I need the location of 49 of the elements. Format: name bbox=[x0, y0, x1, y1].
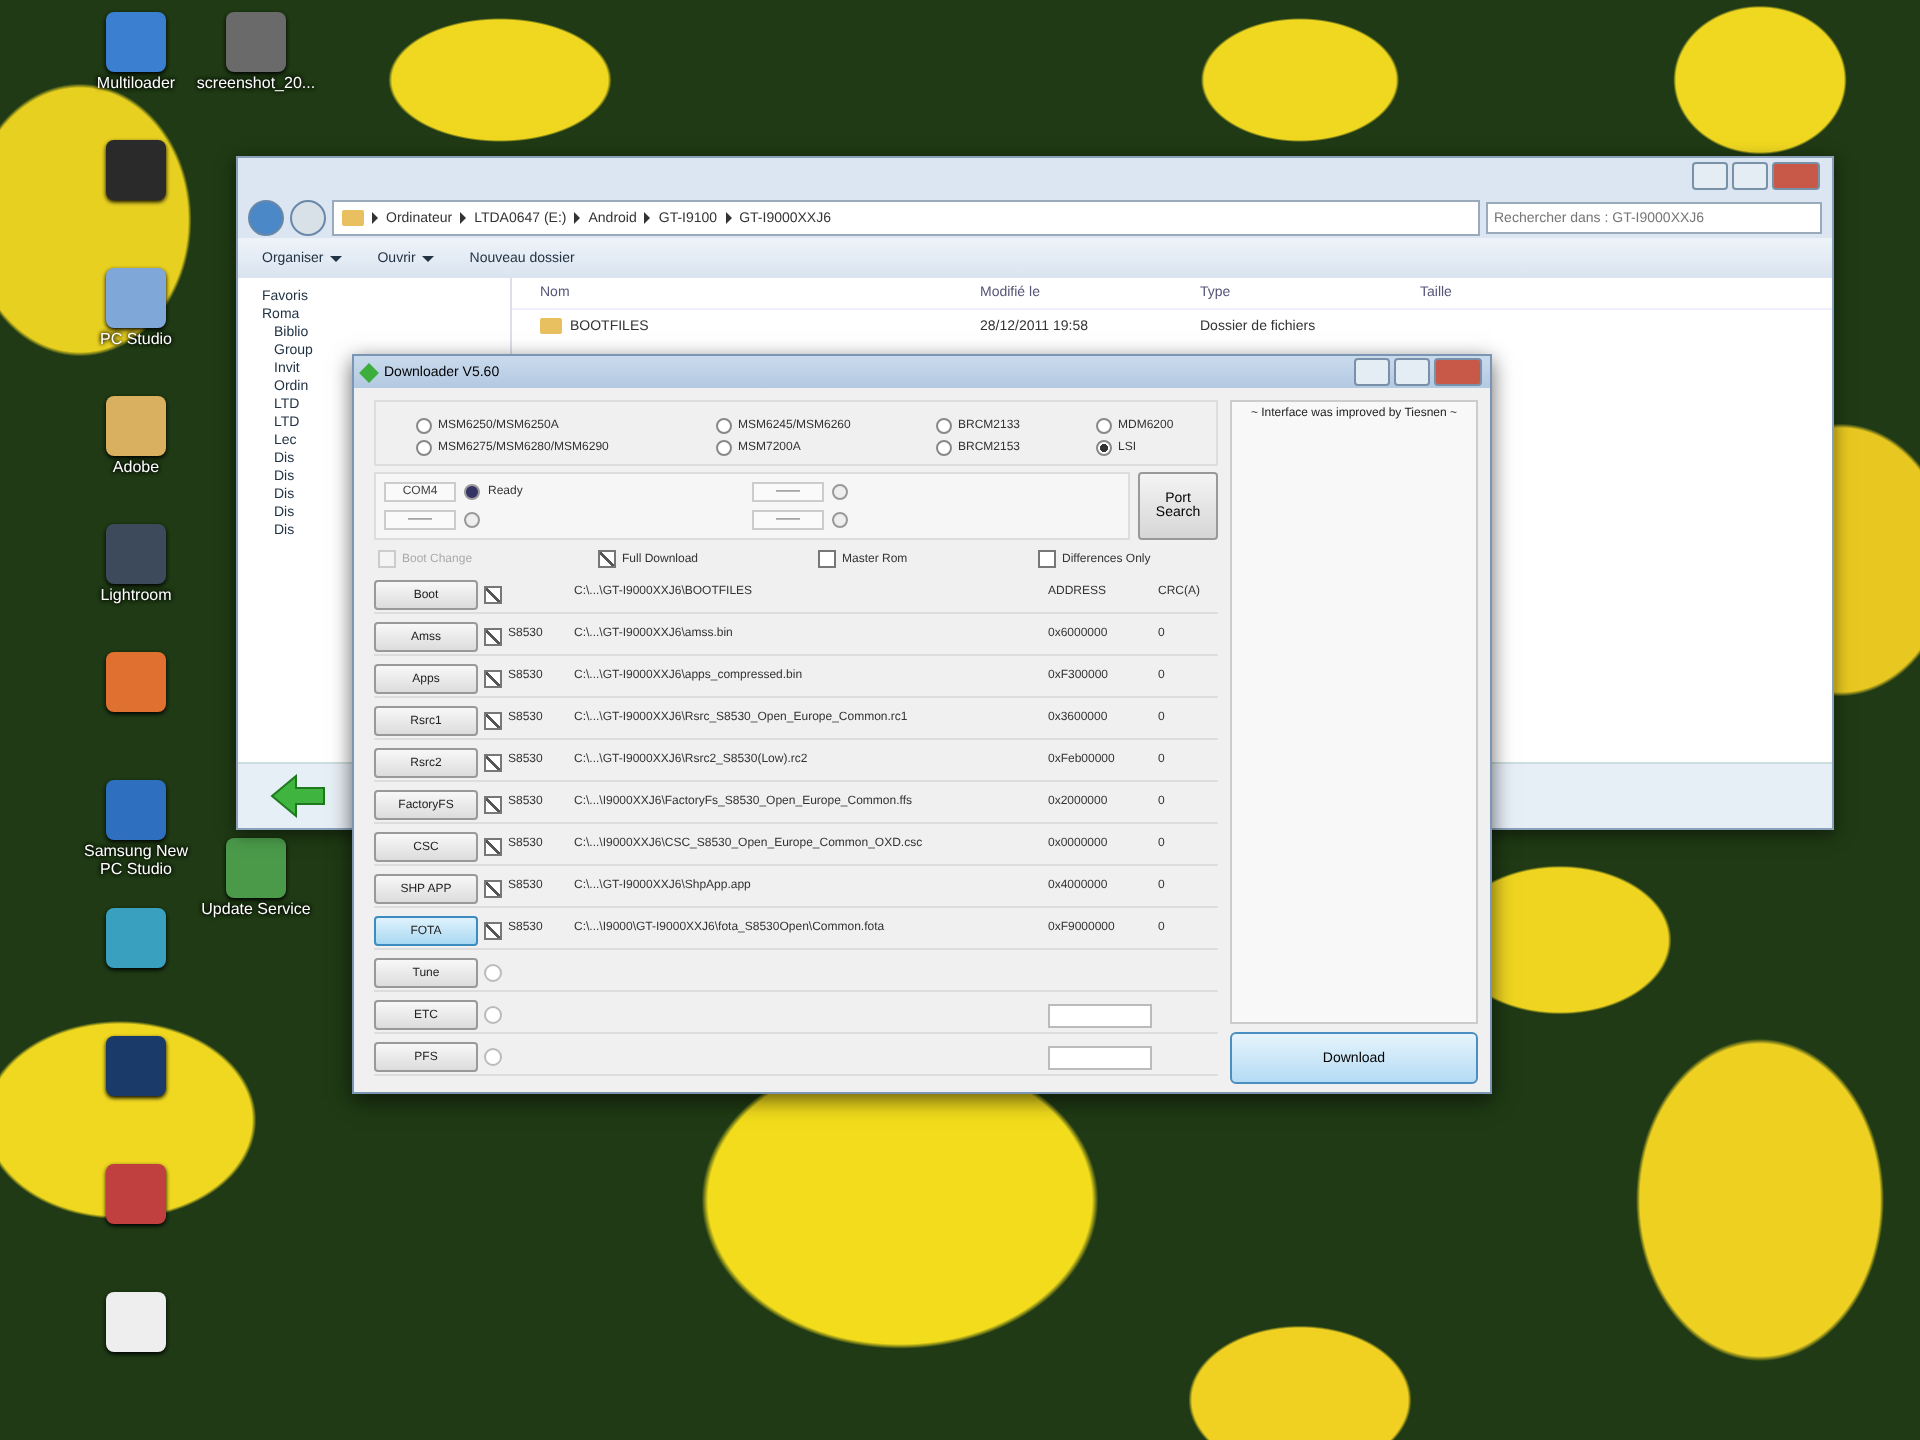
icon-label: Adobe bbox=[112, 460, 160, 478]
icon-label: Lightroom bbox=[100, 588, 172, 606]
icon-label: screenshot_20... bbox=[196, 76, 316, 94]
address-field[interactable] bbox=[1048, 1045, 1152, 1069]
minimize-button[interactable] bbox=[1354, 358, 1390, 386]
chevron-icon bbox=[644, 212, 651, 224]
checkbox[interactable] bbox=[484, 628, 502, 646]
maximize-button[interactable] bbox=[1732, 162, 1768, 190]
checkbox[interactable] bbox=[484, 796, 502, 814]
checkbox[interactable] bbox=[598, 550, 616, 568]
checkbox[interactable] bbox=[484, 754, 502, 772]
checkbox[interactable] bbox=[818, 550, 836, 568]
icon-label: Multiloader bbox=[96, 76, 176, 94]
radio-button[interactable] bbox=[936, 440, 952, 456]
app-icon[interactable] bbox=[226, 837, 286, 898]
radio-button[interactable] bbox=[716, 418, 732, 434]
radio-button[interactable] bbox=[936, 418, 952, 434]
chevron-icon bbox=[725, 212, 732, 224]
checkbox[interactable] bbox=[484, 964, 502, 982]
radio-button[interactable] bbox=[1096, 418, 1112, 434]
icon-label: Samsung New PC Studio bbox=[81, 844, 191, 880]
address-field[interactable] bbox=[1048, 1003, 1152, 1027]
forward-button[interactable] bbox=[290, 200, 326, 236]
chevron-icon bbox=[372, 212, 378, 224]
back-button[interactable] bbox=[248, 200, 284, 236]
checkbox[interactable] bbox=[484, 712, 502, 730]
chevron-icon bbox=[574, 212, 581, 224]
folder-icon bbox=[540, 318, 562, 334]
checkbox[interactable] bbox=[484, 922, 502, 940]
radio-button[interactable] bbox=[1096, 440, 1112, 456]
radio-button[interactable] bbox=[416, 440, 432, 456]
checkbox[interactable] bbox=[484, 880, 502, 898]
minimize-button[interactable] bbox=[1692, 162, 1728, 190]
radio-button[interactable] bbox=[716, 440, 732, 456]
icon-label: PC Studio bbox=[99, 332, 173, 350]
icon-label: Update Service bbox=[201, 901, 311, 920]
arrow-icon bbox=[270, 774, 326, 818]
chevron-icon bbox=[460, 212, 467, 224]
checkbox[interactable] bbox=[484, 1006, 502, 1024]
radio-button[interactable] bbox=[416, 418, 432, 434]
checkbox[interactable] bbox=[484, 586, 502, 604]
checkbox[interactable] bbox=[484, 1048, 502, 1066]
checkbox[interactable] bbox=[484, 838, 502, 856]
app-icon bbox=[359, 362, 379, 382]
maximize-button[interactable] bbox=[1394, 358, 1430, 386]
checkbox[interactable] bbox=[484, 670, 502, 688]
checkbox[interactable] bbox=[1038, 550, 1056, 568]
folder-icon bbox=[342, 210, 364, 226]
close-button[interactable] bbox=[1772, 162, 1820, 190]
